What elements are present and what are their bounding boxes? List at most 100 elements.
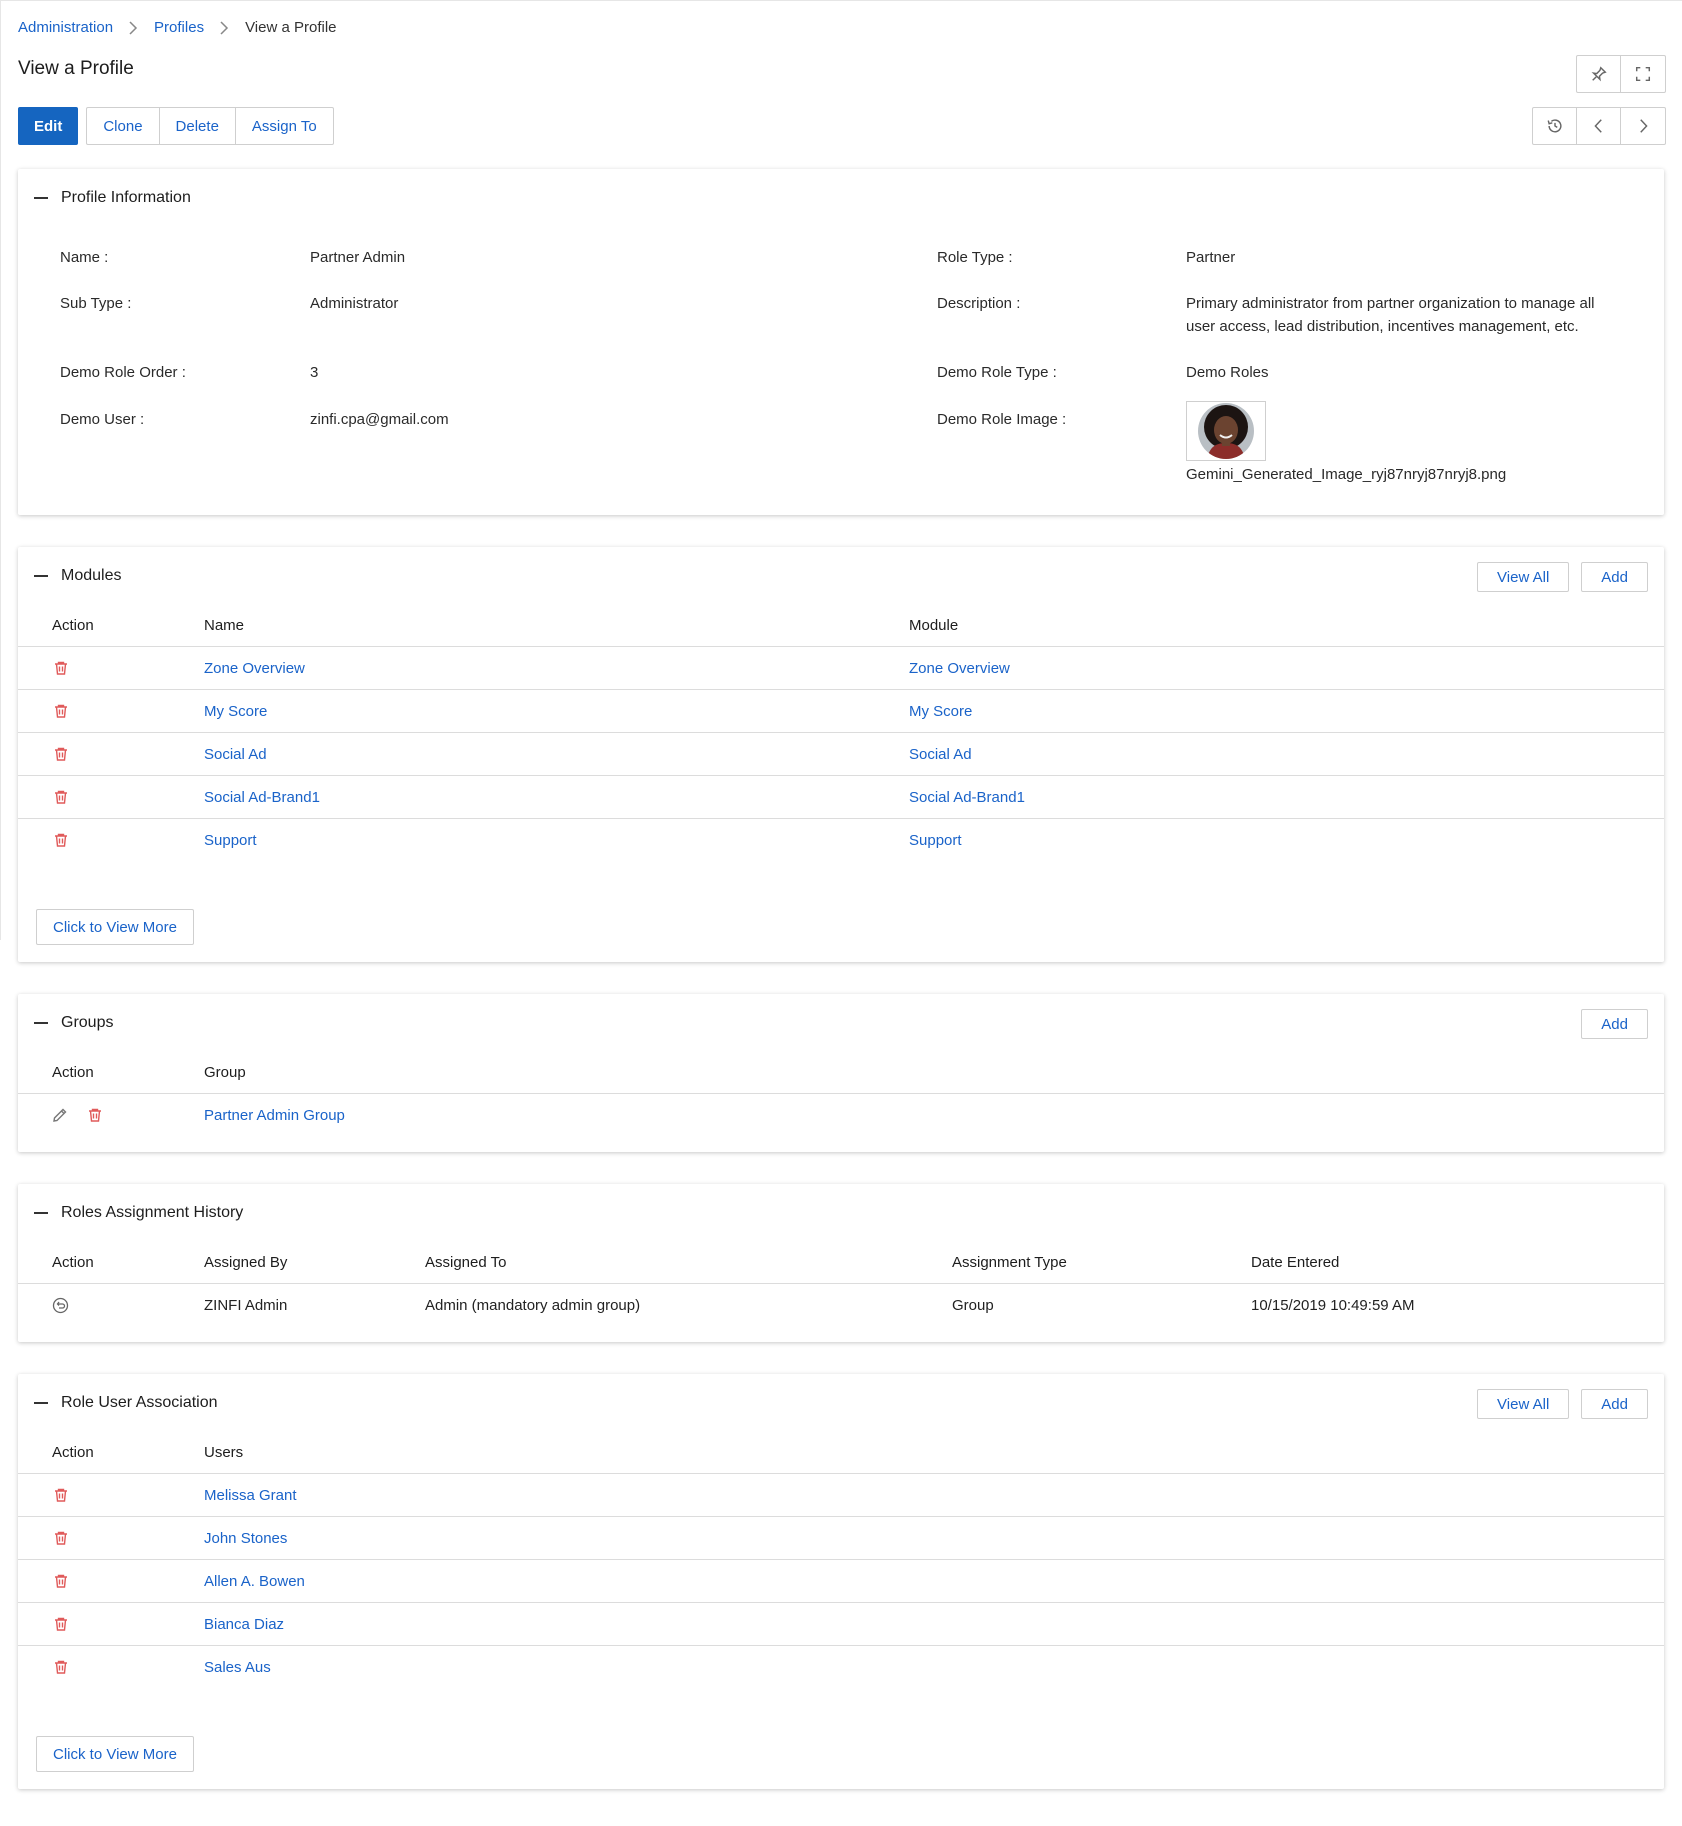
module-link[interactable]: Social Ad: [909, 746, 972, 763]
trash-icon[interactable]: [53, 703, 69, 723]
pencil-icon[interactable]: [52, 1107, 68, 1127]
trash-icon[interactable]: [53, 789, 69, 809]
trash-icon[interactable]: [53, 1573, 69, 1593]
table-row: Zone Overview Zone Overview: [18, 647, 1664, 690]
trash-icon[interactable]: [53, 1659, 69, 1679]
breadcrumb-current: View a Profile: [245, 19, 337, 36]
trash-icon[interactable]: [53, 1487, 69, 1507]
previous-record-button[interactable]: [1577, 108, 1621, 144]
trash-icon[interactable]: [53, 1616, 69, 1636]
demo-user-label: Demo User :: [60, 411, 145, 428]
demo-role-image-thumbnail[interactable]: [1186, 401, 1266, 461]
user-link[interactable]: Sales Aus: [204, 1659, 271, 1676]
users-view-all-button[interactable]: View All: [1477, 1389, 1570, 1419]
fullscreen-button[interactable]: [1621, 56, 1665, 92]
groups-header[interactable]: Groups Add: [18, 994, 1664, 1052]
collapse-icon[interactable]: [34, 197, 48, 199]
sub-type-value: Administrator: [310, 295, 399, 312]
table-header: Action Users: [18, 1432, 1664, 1474]
users-view-more-button[interactable]: Click to View More: [36, 1736, 194, 1772]
clone-button[interactable]: Clone: [87, 108, 160, 144]
collapse-icon[interactable]: [34, 575, 48, 577]
trash-icon[interactable]: [87, 1107, 103, 1127]
pin-button[interactable]: [1577, 56, 1621, 92]
modules-view-all-button[interactable]: View All: [1477, 562, 1570, 592]
table-row: Allen A. Bowen: [18, 1560, 1664, 1603]
restore-icon[interactable]: [52, 1297, 69, 1318]
collapse-icon[interactable]: [34, 1022, 48, 1024]
pin-icon: [1591, 66, 1607, 82]
users-header[interactable]: Role User Association View All Add: [18, 1374, 1664, 1432]
history-button[interactable]: [1533, 108, 1577, 144]
user-link[interactable]: Allen A. Bowen: [204, 1573, 305, 1590]
delete-button[interactable]: Delete: [160, 108, 236, 144]
chevron-left-icon: [1593, 119, 1602, 133]
user-link[interactable]: John Stones: [204, 1530, 287, 1547]
breadcrumb-administration[interactable]: Administration: [18, 19, 113, 36]
assign-to-button[interactable]: Assign To: [236, 108, 333, 144]
page-title: View a Profile: [18, 58, 134, 79]
profile-information-panel: Profile Information Name : Partner Admin…: [18, 169, 1664, 515]
trash-icon[interactable]: [53, 832, 69, 852]
modules-header[interactable]: Modules View All Add: [18, 547, 1664, 605]
panel-title: Groups: [61, 1014, 114, 1031]
next-record-button[interactable]: [1621, 108, 1665, 144]
column-action: Action: [52, 1254, 94, 1271]
history-header[interactable]: Roles Assignment History: [18, 1184, 1664, 1242]
module-name-link[interactable]: Zone Overview: [204, 660, 305, 677]
column-assignment-type: Assignment Type: [952, 1254, 1067, 1271]
user-link[interactable]: Bianca Diaz: [204, 1616, 284, 1633]
demo-user-link[interactable]: zinfi.cpa@gmail.com: [310, 408, 449, 431]
module-name-link[interactable]: Social Ad: [204, 746, 267, 763]
trash-icon[interactable]: [53, 660, 69, 680]
group-link[interactable]: Partner Admin Group: [204, 1107, 345, 1124]
modules-panel: Modules View All Add Action Name Module …: [18, 547, 1664, 962]
table-row: Melissa Grant: [18, 1474, 1664, 1517]
trash-icon[interactable]: [53, 746, 69, 766]
table-header: Action Group: [18, 1052, 1664, 1094]
demo-role-order-value: 3: [310, 364, 319, 381]
table-row: My Score My Score: [18, 690, 1664, 733]
module-link[interactable]: Social Ad-Brand1: [909, 789, 1025, 806]
collapse-icon[interactable]: [34, 1402, 48, 1404]
demo-role-image-file-link[interactable]: Gemini_Generated_Image_ryj87nryj87nryj8.…: [1186, 463, 1506, 486]
role-type-value: Partner: [1186, 249, 1236, 266]
module-link[interactable]: Zone Overview: [909, 660, 1010, 677]
description-line-1: Primary administrator from partner organ…: [1186, 295, 1595, 312]
modules-view-more-button[interactable]: Click to View More: [36, 909, 194, 945]
name-label: Name :: [60, 249, 109, 266]
trash-icon[interactable]: [53, 1530, 69, 1550]
assigned-to-value: Admin (mandatory admin group): [425, 1297, 641, 1314]
column-name: Name: [204, 617, 245, 634]
demo-role-type-link[interactable]: Demo Roles: [1186, 361, 1269, 384]
history-table: Action Assigned By Assigned To Assignmen…: [18, 1242, 1664, 1327]
panel-title: Roles Assignment History: [61, 1204, 244, 1221]
groups-table: Action Group Partner Admin Group: [18, 1052, 1664, 1137]
secondary-actions: Clone Delete Assign To: [86, 107, 334, 145]
date-entered-value: 10/15/2019 10:49:59 AM: [1251, 1297, 1415, 1314]
chevron-right-icon: [1640, 119, 1648, 133]
table-row: Support Support: [18, 819, 1664, 862]
groups-add-button[interactable]: Add: [1581, 1009, 1648, 1039]
assigned-by-value: ZINFI Admin: [204, 1297, 288, 1314]
module-name-link[interactable]: My Score: [204, 703, 267, 720]
panel-title: Profile Information: [61, 189, 191, 206]
panel-title: Role User Association: [61, 1394, 218, 1411]
table-header: Action Assigned By Assigned To Assignmen…: [18, 1242, 1664, 1284]
users-add-button[interactable]: Add: [1581, 1389, 1648, 1419]
role-type-label: Role Type :: [937, 249, 1013, 266]
collapse-icon[interactable]: [34, 1212, 48, 1214]
demo-role-order-label: Demo Role Order :: [60, 364, 186, 381]
user-link[interactable]: Melissa Grant: [204, 1487, 297, 1504]
modules-add-button[interactable]: Add: [1581, 562, 1648, 592]
column-assigned-to: Assigned To: [425, 1254, 507, 1271]
breadcrumb-profiles[interactable]: Profiles: [154, 19, 204, 36]
module-link[interactable]: Support: [909, 832, 962, 849]
edit-button[interactable]: Edit: [18, 107, 79, 145]
module-name-link[interactable]: Social Ad-Brand1: [204, 789, 320, 806]
profile-information-header[interactable]: Profile Information: [18, 169, 1664, 227]
module-link[interactable]: My Score: [909, 703, 972, 720]
module-name-link[interactable]: Support: [204, 832, 257, 849]
action-toolbar: Edit Clone Delete Assign To: [18, 107, 334, 145]
table-row: Social Ad-Brand1 Social Ad-Brand1: [18, 776, 1664, 819]
